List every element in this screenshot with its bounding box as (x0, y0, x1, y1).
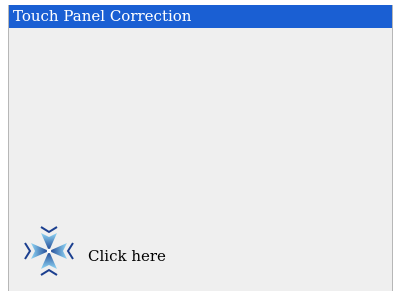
calibration-window: Touch Panel Correction Click here (8, 5, 393, 291)
title-bar: Touch Panel Correction (9, 5, 392, 28)
calibration-crosshair-icon (24, 226, 74, 276)
click-here-label: Click here (88, 247, 166, 265)
window-title: Touch Panel Correction (13, 7, 192, 25)
calibration-target[interactable] (19, 221, 79, 281)
